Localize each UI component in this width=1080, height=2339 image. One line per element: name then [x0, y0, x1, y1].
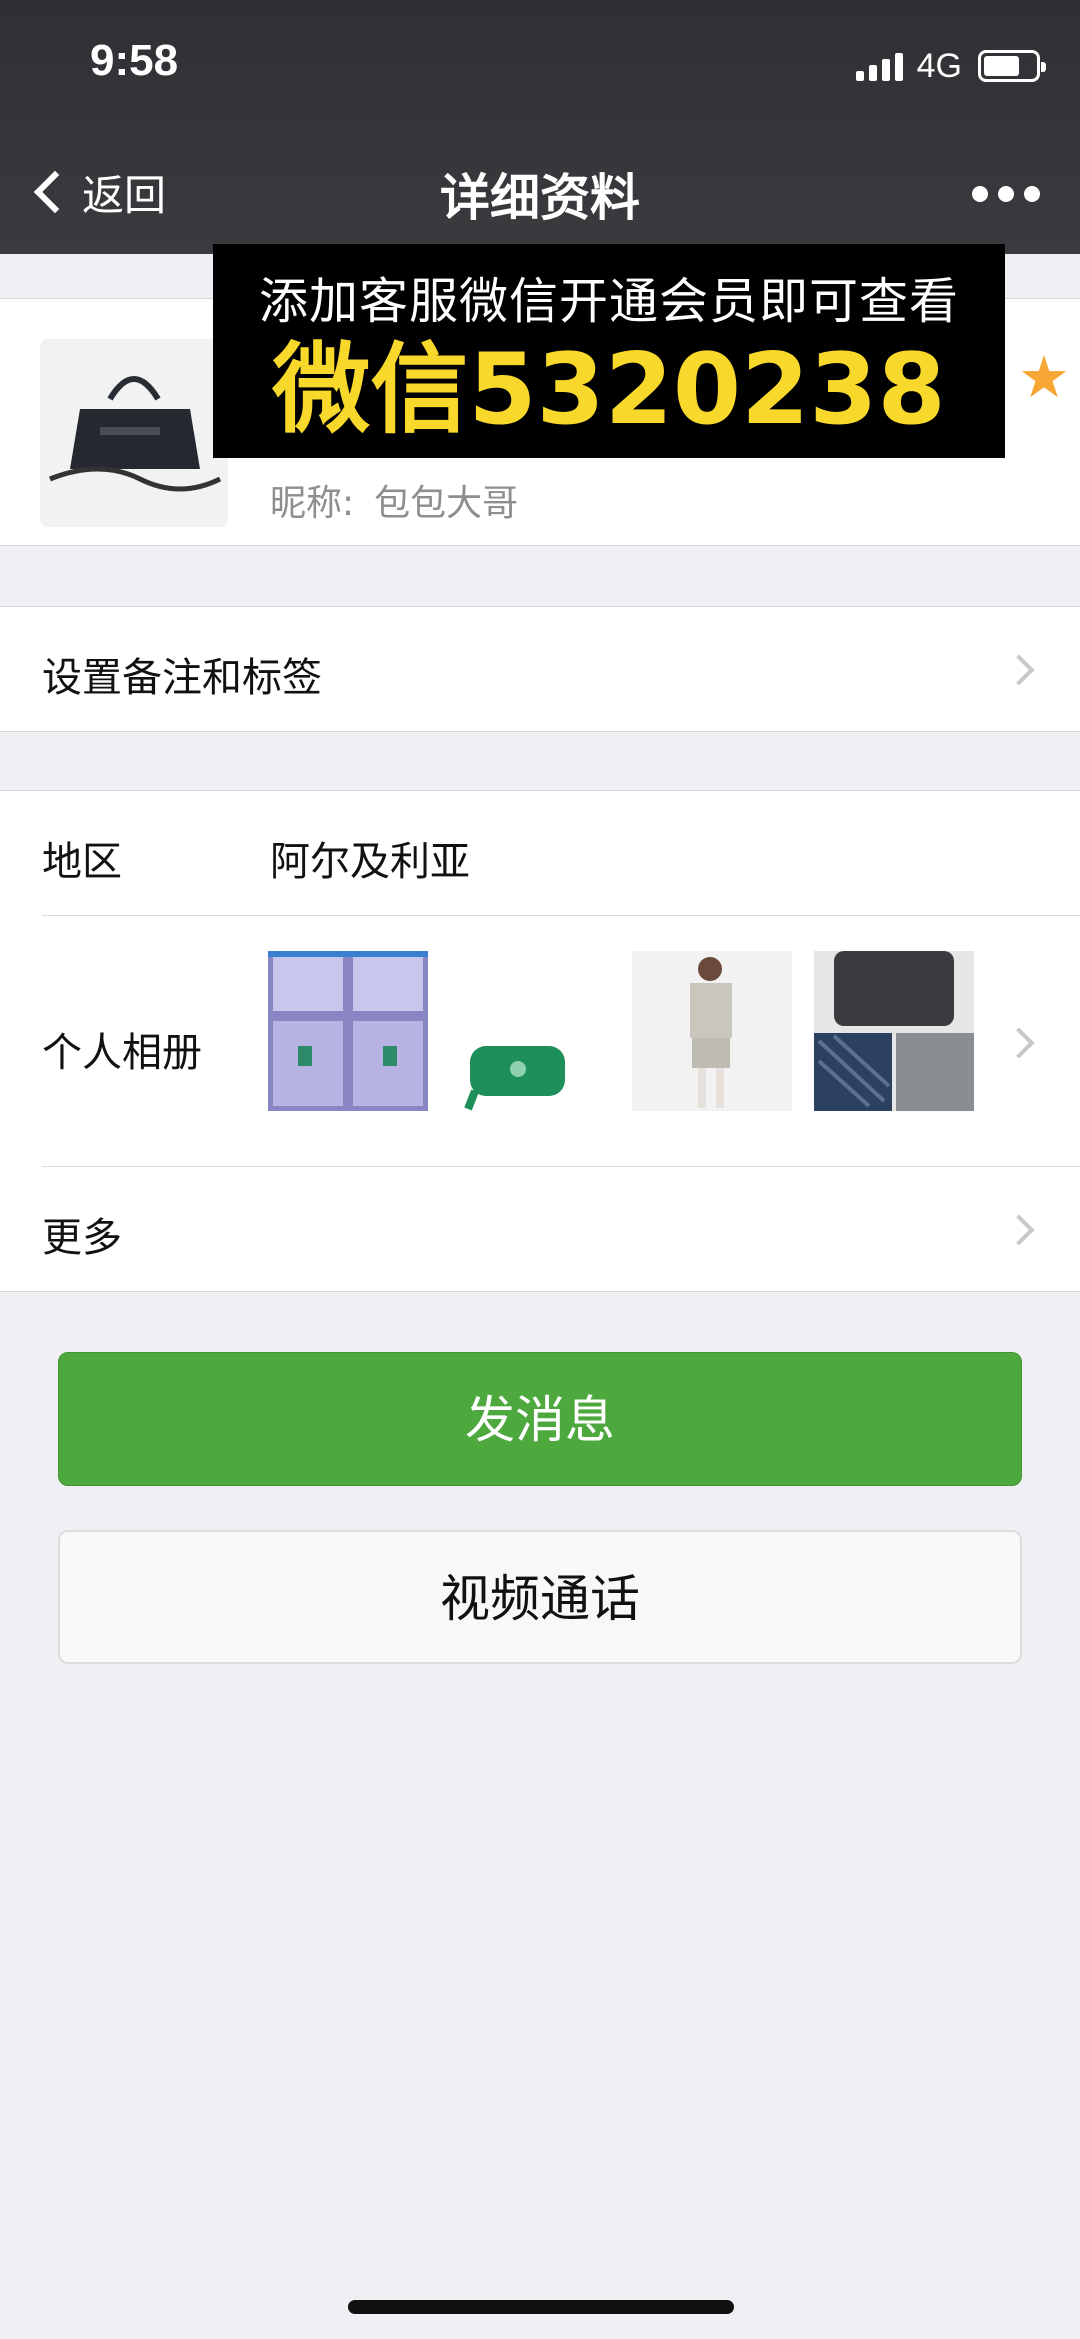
region-row: 地区 阿尔及利亚	[0, 791, 1080, 915]
chevron-right-icon	[1003, 1214, 1035, 1246]
signal-icon	[855, 51, 903, 81]
handbag-image	[40, 339, 228, 527]
ad-line-1: 添加客服微信开通会员即可查看	[258, 273, 959, 330]
more-dots-icon[interactable]	[972, 176, 1040, 212]
region-value: 阿尔及利亚	[270, 839, 470, 885]
ad-overlay-banner: 添加客服微信开通会员即可查看 微信5320238	[213, 244, 1005, 458]
chevron-right-icon	[1003, 1027, 1035, 1059]
album-label: 个人相册	[42, 1030, 202, 1076]
ad-line-2: 微信5320238	[272, 333, 946, 447]
battery-icon	[978, 50, 1046, 82]
album-photo-green-bag	[450, 951, 610, 1111]
star-icon[interactable]: ★	[1018, 343, 1070, 411]
chevron-right-icon	[1003, 654, 1035, 686]
more-row[interactable]: 更多	[0, 1167, 1080, 1293]
remark-and-tags-row[interactable]: 设置备注和标签	[0, 606, 1080, 732]
nickname-label: 昵称:	[270, 483, 355, 524]
page-title: 详细资料	[440, 169, 640, 227]
more-label: 更多	[42, 1215, 122, 1261]
status-time: 9:58	[90, 36, 179, 85]
network-label: 4G	[916, 46, 962, 85]
album-photo-boxes	[268, 951, 428, 1111]
top-bar: 9:58 4G 返回 详细资料	[0, 0, 1080, 254]
personal-album-row[interactable]: 个人相册	[0, 916, 1080, 1166]
info-group: 地区 阿尔及利亚 个人相册 更多	[0, 790, 1080, 1292]
region-label: 地区	[42, 839, 122, 885]
nickname: 昵称: 包包大哥	[270, 474, 518, 526]
send-message-button[interactable]: 发消息	[58, 1352, 1022, 1486]
video-call-button[interactable]: 视频通话	[58, 1530, 1022, 1664]
home-indicator	[348, 2300, 734, 2314]
album-photo-balenciaga-bags	[814, 951, 974, 1111]
avatar[interactable]	[40, 339, 228, 527]
nickname-value: 包包大哥	[374, 483, 519, 524]
remark-label: 设置备注和标签	[42, 655, 322, 701]
album-photo-model	[632, 951, 792, 1111]
status-indicators: 4G	[855, 44, 1046, 88]
